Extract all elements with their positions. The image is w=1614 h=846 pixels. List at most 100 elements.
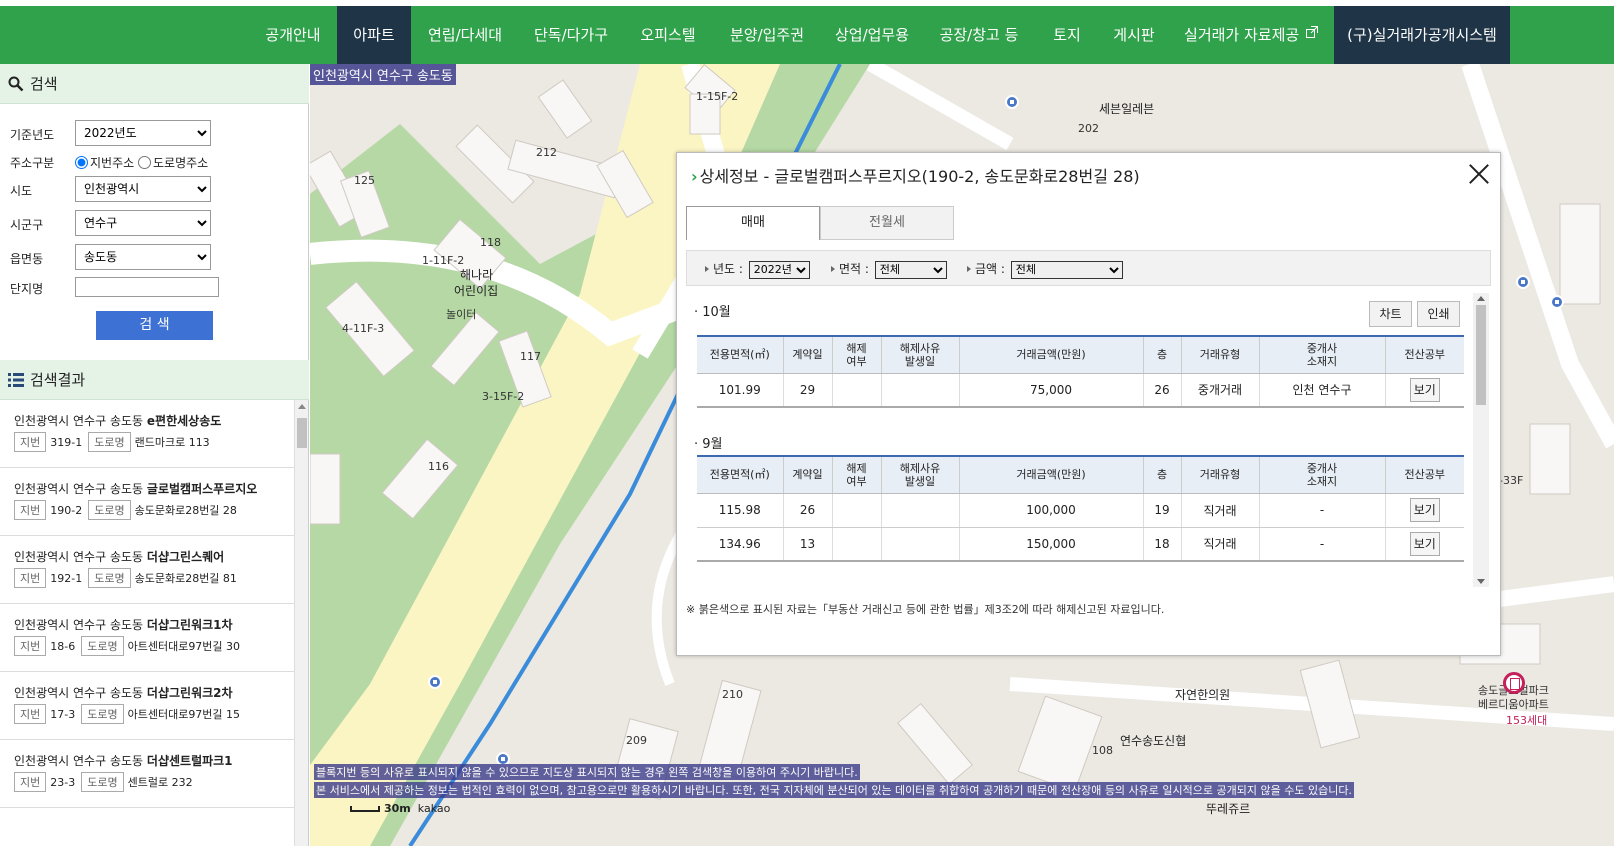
results-panel-header: 검색결과 — [0, 360, 309, 400]
nav-item-factory[interactable]: 공장/창고 등 — [923, 6, 1035, 64]
filter-year-select[interactable]: 2022년 — [748, 260, 810, 279]
view-button[interactable]: 보기 — [1409, 498, 1440, 522]
cell-day: 13 — [783, 527, 833, 562]
radio-road[interactable] — [138, 156, 151, 169]
result-jibun: 23-3 — [50, 776, 76, 789]
nav-item-detached[interactable]: 단독/다가구 — [519, 6, 623, 64]
col-cancel-date: 해제사유 발생일 — [881, 335, 960, 374]
radio-jibun[interactable] — [75, 156, 88, 169]
search-panel-header: 검색 — [0, 64, 309, 104]
bus-stop-icon[interactable] — [428, 675, 442, 689]
search-icon — [8, 76, 24, 92]
results-scrollbar[interactable] — [294, 400, 308, 846]
col-floor: 층 — [1143, 455, 1182, 494]
view-button[interactable]: 보기 — [1409, 377, 1440, 402]
nav-item-officetel[interactable]: 오피스텔 — [625, 6, 711, 64]
address-type-label: 주소구분 — [10, 156, 55, 170]
cell-floor: 26 — [1143, 373, 1182, 408]
nav-item-land[interactable]: 토지 — [1037, 6, 1097, 64]
filter-bar: 년도 : 2022년 면적 : 전체 금액 : 전체 — [686, 250, 1491, 286]
eupmyeondong-select[interactable]: 송도동 — [75, 244, 211, 270]
nav-item-commercial[interactable]: 상업/업무용 — [823, 6, 921, 64]
month-label: 9월 — [702, 437, 723, 452]
eupmyeondong-row: 읍면동 송도동 — [10, 244, 300, 270]
scroll-thumb[interactable] — [1476, 305, 1486, 405]
map-label-playground: 놀이터 — [446, 308, 477, 321]
nav-item-board[interactable]: 게시판 — [1099, 6, 1169, 64]
bus-stop-icon[interactable] — [1550, 295, 1564, 309]
view-button[interactable]: 보기 — [1409, 531, 1440, 556]
sigungu-select[interactable]: 연수구 — [75, 210, 211, 236]
list-item[interactable]: 인천광역시 연수구 송도동 더샵그린스퀘어 지번 192-1 도로명 송도문화로28번… — [0, 536, 294, 604]
list-item[interactable]: 인천광역시 연수구 송도동 더샵그린워크1차 지번 18-6 도로명 아트센터대로97… — [0, 604, 294, 672]
modal-body: · 10월 차트 인쇄 전용면적(㎡) 계약일 해제 여부 해제사유 발생일 거… — [686, 293, 1491, 587]
year-label: 기준년도 — [10, 128, 55, 142]
col-day: 계약일 — [783, 335, 833, 374]
result-name: 더샵그린스퀘어 — [146, 550, 225, 564]
result-road: 센트럴로 232 — [127, 776, 193, 789]
road-tag: 도로명 — [88, 568, 131, 588]
chart-button[interactable]: 차트 — [1369, 301, 1412, 327]
scroll-up-icon[interactable] — [1477, 296, 1485, 301]
cell-floor: 19 — [1143, 493, 1182, 528]
nav-item-data-download[interactable]: 실거래가 자료제공 — [1171, 6, 1331, 64]
sido-select[interactable]: 인천광역시 — [75, 176, 211, 202]
deal-table-october: 전용면적(㎡) 계약일 해제 여부 해제사유 발생일 거래금액(만원) 층 거래… — [697, 335, 1464, 408]
eupmyeondong-label: 읍면동 — [10, 252, 44, 266]
nav-item-legacy-system[interactable]: (구)실거래가공개시스템 — [1334, 6, 1510, 64]
print-button[interactable]: 인쇄 — [1417, 301, 1460, 327]
apartment-marker-icon[interactable] — [1503, 672, 1525, 694]
close-icon[interactable] — [1466, 161, 1492, 187]
list-item[interactable]: 인천광역시 연수구 송도동 더샵그린워크2차 지번 17-3 도로명 아트센터대로97… — [0, 672, 294, 740]
filter-area-select[interactable]: 전체 — [874, 260, 947, 279]
jibun-tag: 지번 — [14, 500, 47, 520]
tab-rent[interactable]: 전월세 — [820, 206, 954, 240]
map-label-bldg-117: 117 — [520, 350, 541, 363]
cell-cancel-date — [881, 373, 960, 408]
list-item[interactable]: 인천광역시 연수구 송도동 e편한세상송도 지번 319-1 도로명 랜드마크로 11… — [0, 400, 294, 468]
scroll-down-icon[interactable] — [1477, 579, 1485, 584]
col-type: 거래유형 — [1181, 335, 1260, 374]
col-type: 거래유형 — [1181, 455, 1260, 494]
map-label-apt-households: 153세대 — [1506, 714, 1548, 727]
sigungu-row: 시군구 연수구 — [10, 210, 300, 236]
cancellation-note: ※ 붉은색으로 표시된 자료는「부동산 거래신고 등에 관한 법률」제3조2에 … — [686, 603, 1165, 616]
scroll-up-icon[interactable] — [298, 404, 306, 409]
col-agent: 중개사 소재지 — [1259, 455, 1386, 494]
list-item[interactable]: 인천광역시 연수구 송도동 더샵센트럴파크1 지번 23-3 도로명 센트럴로 232 — [0, 740, 294, 808]
bus-stop-icon[interactable] — [1516, 275, 1530, 289]
modal-scrollbar[interactable] — [1473, 293, 1489, 587]
jibun-tag: 지번 — [14, 568, 47, 588]
result-prefix: 인천광역시 연수구 송도동 — [14, 550, 144, 564]
road-tag: 도로명 — [88, 500, 131, 520]
cell-cancel — [832, 527, 882, 562]
nav-item-presale[interactable]: 분양/입주권 — [713, 6, 821, 64]
map-label-bldg-116: 116 — [428, 460, 449, 473]
complex-name-input[interactable] — [75, 277, 219, 297]
modal-title-text: 상세정보 - 글로벌캠퍼스푸르지오(190-2, 송도문화로28번길 28) — [699, 167, 1140, 186]
result-prefix: 인천광역시 연수구 송도동 — [14, 618, 144, 632]
table-row: 134.96 13 150,000 18 직거래 - 보기 — [697, 527, 1464, 562]
search-button[interactable]: 검 색 — [96, 311, 213, 340]
filter-price-select[interactable]: 전체 — [1010, 260, 1123, 279]
filter-price-label: 금액 : — [975, 262, 1005, 276]
map-label-road-2: 1-11F-2 — [422, 254, 465, 267]
scroll-thumb[interactable] — [297, 418, 307, 448]
year-select[interactable]: 2022년도 — [75, 120, 211, 146]
map-label-credit-union: 연수송도신협 — [1120, 734, 1187, 748]
nav-item-townhouse[interactable]: 연립/다세대 — [413, 6, 517, 64]
address-type-group: 지번주소 도로명주소 — [75, 154, 208, 171]
list-item[interactable]: 인천광역시 연수구 송도동 글로벌캠퍼스푸르지오 지번 190-2 도로명 송도문화로… — [0, 468, 294, 536]
scale-bar: 30m kakao — [350, 802, 450, 815]
map-label-bldg-202: 202 — [1078, 122, 1099, 135]
search-heading: 검색 — [30, 75, 58, 93]
nav-item-apartment[interactable]: 아파트 — [337, 6, 411, 64]
month-heading: · 10월 — [694, 305, 731, 320]
nav-item-notice[interactable]: 공개안내 — [252, 6, 334, 64]
tab-sale[interactable]: 매매 — [686, 206, 820, 240]
bus-stop-icon[interactable] — [1005, 95, 1019, 109]
jibun-tag: 지번 — [14, 432, 47, 452]
cell-registry: 보기 — [1385, 373, 1464, 408]
map-label-bldg-108: 108 — [1092, 744, 1113, 757]
map-label-apt-2: 베르디움아파트 — [1478, 698, 1549, 711]
